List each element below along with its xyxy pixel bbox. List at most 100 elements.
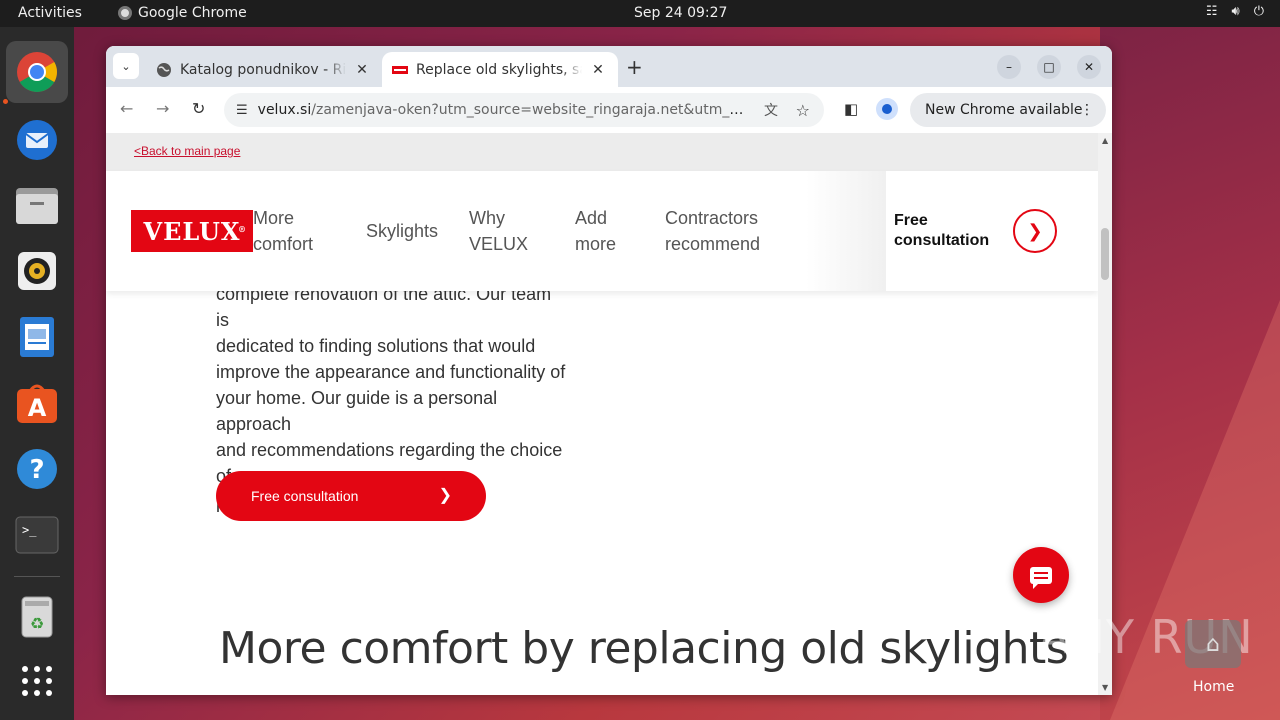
update-chrome-button[interactable]: New Chrome available ⋮: [910, 93, 1106, 127]
scroll-down-icon[interactable]: ▼: [1102, 683, 1108, 692]
show-apps-button[interactable]: [13, 657, 61, 705]
scroll-up-icon[interactable]: ▲: [1102, 136, 1108, 145]
url-host: velux.si: [257, 102, 312, 118]
thunderbird-icon: [17, 120, 57, 160]
tab-velux[interactable]: Replace old skylights, save energy ✕: [382, 52, 618, 87]
nav-label: comfort: [253, 234, 314, 254]
nav-free-consultation[interactable]: Free consultation: [894, 211, 989, 251]
nav-why-velux[interactable]: Why VELUX: [469, 205, 528, 257]
nav-cta-label: Free: [894, 212, 928, 229]
browser-toolbar: ← → ↻ ☰ velux.si/zamenjava-oken?utm_sour…: [106, 87, 1112, 133]
back-button[interactable]: ←: [120, 99, 133, 118]
tab-katalog[interactable]: Katalog ponudnikov - Ringaraja ✕: [150, 52, 378, 87]
dock-trash[interactable]: ♻: [13, 593, 61, 641]
velux-logo[interactable]: VELUX: [131, 210, 253, 252]
chat-button[interactable]: [1013, 547, 1069, 603]
store-icon: A: [17, 384, 57, 423]
free-consultation-button[interactable]: Free consultation ❯: [216, 471, 486, 521]
clock[interactable]: Sep 24 09:27: [634, 5, 727, 21]
nav-scroll-fade: [806, 171, 886, 291]
help-icon: ?: [17, 449, 57, 489]
app-grid-icon: [22, 666, 52, 696]
speaker-icon: [18, 252, 56, 290]
forward-button[interactable]: →: [156, 99, 169, 118]
url-text: velux.si/zamenjava-oken?utm_source=websi…: [258, 102, 748, 118]
nav-label: VELUX: [469, 234, 529, 254]
back-bar: <Back to main page: [106, 133, 1098, 171]
app-name: Google Chrome: [138, 5, 247, 21]
chat-bubble-icon: [1030, 566, 1052, 589]
paragraph-line: your home. Our guide is a personal appro…: [216, 388, 498, 434]
dock: A ? >_ ♻: [0, 27, 74, 720]
scroll-thumb[interactable]: [1101, 228, 1109, 280]
close-icon[interactable]: ✕: [354, 62, 370, 78]
chrome-icon: [118, 6, 132, 20]
minimize-button[interactable]: –: [997, 55, 1021, 79]
document-icon: [20, 317, 54, 357]
home-folder-icon[interactable]: ⌂: [1185, 620, 1241, 668]
chevron-right-icon: ❯: [1027, 220, 1043, 242]
side-panel-icon[interactable]: ◧: [844, 100, 858, 118]
profile-button[interactable]: [876, 98, 898, 120]
tab-search-button[interactable]: ⌄: [113, 53, 139, 79]
reload-button[interactable]: ↻: [192, 99, 205, 118]
new-tab-button[interactable]: +: [626, 55, 643, 79]
tab-strip: ⌄ Katalog ponudnikov - Ringaraja ✕ Repla…: [106, 46, 1112, 87]
update-label: New Chrome available: [925, 102, 1083, 118]
home-label: Home: [1193, 679, 1235, 695]
nav-label: recommend: [665, 234, 761, 254]
chevron-right-icon: ❯: [438, 487, 452, 504]
dock-software[interactable]: A: [13, 379, 61, 427]
nav-skylights[interactable]: Skylights: [366, 218, 438, 244]
app-menu[interactable]: Google Chrome: [118, 5, 247, 21]
dock-separator: [14, 576, 60, 577]
dock-writer[interactable]: [13, 313, 61, 361]
paragraph-line: improve the appearance and functionality…: [216, 362, 566, 382]
nav-label: more: [575, 234, 617, 254]
translate-icon[interactable]: 文: [764, 100, 778, 120]
tab-title: Replace old skylights, save energy: [416, 61, 582, 78]
address-bar[interactable]: ☰ velux.si/zamenjava-oken?utm_source=web…: [224, 93, 824, 127]
close-window-button[interactable]: ✕: [1077, 55, 1101, 79]
dock-files[interactable]: [13, 181, 61, 229]
activities-button[interactable]: Activities: [18, 5, 82, 21]
svg-text:?: ?: [29, 455, 44, 485]
dock-chrome[interactable]: [6, 41, 68, 103]
trash-icon: ♻: [21, 596, 53, 638]
nav-label: Skylights: [366, 221, 439, 241]
svg-text:♻: ♻: [30, 614, 44, 633]
web-page: <Back to main page VELUX More comfort Sk…: [106, 133, 1098, 695]
close-icon: ✕: [1083, 60, 1095, 74]
site-info-icon[interactable]: ☰: [236, 103, 248, 118]
close-icon[interactable]: ✕: [590, 62, 606, 78]
globe-icon: [157, 62, 171, 77]
volume-icon: 🔊︎: [1231, 4, 1240, 19]
folder-icon: [16, 188, 58, 224]
system-tray[interactable]: ☷ 🔊︎ ⏻: [1206, 4, 1264, 19]
nav-label: Contractors: [665, 208, 759, 228]
running-indicator: [3, 99, 8, 104]
button-label: Free consultation: [251, 488, 359, 504]
paragraph-line: dedicated to finding solutions that woul…: [216, 336, 536, 356]
nav-contractors-recommend[interactable]: Contractors recommend: [665, 205, 760, 257]
svg-text:A: A: [28, 394, 47, 422]
back-to-main-link[interactable]: <Back to main page: [134, 144, 240, 158]
maximize-icon: □: [1043, 60, 1055, 74]
dock-thunderbird[interactable]: [13, 115, 61, 163]
nav-add-more[interactable]: Add more: [575, 205, 616, 257]
nav-label: Add: [575, 208, 608, 228]
network-icon: ☷: [1205, 4, 1218, 19]
chevron-down-icon: ⌄: [121, 59, 131, 73]
kebab-menu-icon[interactable]: ⋮: [1080, 102, 1094, 118]
maximize-button[interactable]: □: [1037, 55, 1061, 79]
power-icon: ⏻: [1253, 4, 1264, 19]
browser-window: ⌄ Katalog ponudnikov - Ringaraja ✕ Repla…: [106, 46, 1112, 695]
nav-more-comfort[interactable]: More comfort: [253, 205, 313, 257]
chrome-icon: [17, 52, 57, 92]
nav-cta-arrow-button[interactable]: ❯: [1013, 209, 1057, 253]
system-top-bar: Activities Google Chrome Sep 24 09:27 ☷ …: [0, 0, 1280, 27]
dock-rhythmbox[interactable]: [13, 247, 61, 295]
bookmark-star-icon[interactable]: ☆: [796, 101, 810, 120]
dock-terminal[interactable]: >_: [13, 511, 61, 559]
dock-help[interactable]: ?: [13, 445, 61, 493]
